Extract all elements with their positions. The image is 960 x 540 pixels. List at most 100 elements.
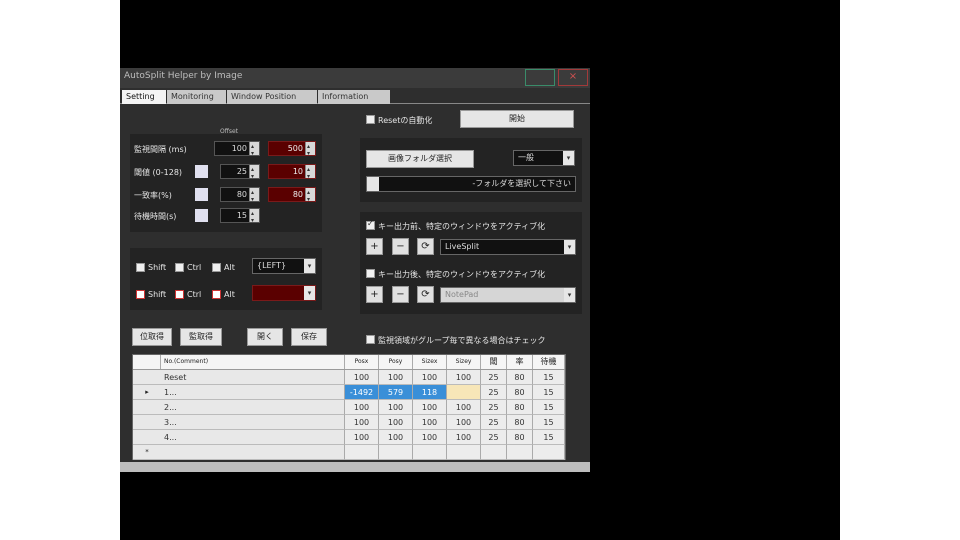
grid-cell-comment[interactable]: 4...: [161, 430, 345, 445]
grid-cell[interactable]: 579: [379, 385, 413, 400]
folder-path-button[interactable]: [367, 177, 379, 191]
grid-cell[interactable]: 25: [481, 385, 507, 400]
reset-auto-checkbox[interactable]: [366, 115, 375, 124]
grid-cell[interactable]: 100: [447, 415, 481, 430]
row-header[interactable]: [133, 415, 161, 430]
match-rate-offset-input[interactable]: 80: [268, 186, 316, 206]
col-header-posy[interactable]: Posy: [379, 355, 413, 369]
grid-cell-comment[interactable]: Reset: [161, 370, 345, 385]
row-header[interactable]: ▸: [133, 385, 161, 400]
threshold-spinner[interactable]: [249, 163, 259, 183]
add-window-after-button[interactable]: +: [366, 286, 383, 303]
threshold-offset-input[interactable]: 10: [268, 163, 316, 183]
alt-checkbox[interactable]: [212, 263, 221, 272]
ctrl-red-checkbox[interactable]: [175, 290, 184, 299]
grid-cell[interactable]: 100: [345, 400, 379, 415]
threshold-offset-spinner[interactable]: [305, 163, 315, 183]
interval-spinner[interactable]: [249, 140, 259, 160]
col-header-posx[interactable]: Posx: [345, 355, 379, 369]
shift-red-checkbox[interactable]: [136, 290, 145, 299]
match-rate-input[interactable]: 80: [220, 186, 260, 206]
refresh-window-after-button[interactable]: ⟳: [417, 286, 434, 303]
tab-window-position[interactable]: Window Position: [227, 90, 317, 104]
folder-mode-select[interactable]: 一般 ▾: [513, 150, 575, 166]
row-header[interactable]: *: [133, 445, 161, 460]
grid-cell-comment[interactable]: 3...: [161, 415, 345, 430]
grid-cell[interactable]: 15: [533, 370, 565, 385]
get-monitor-button[interactable]: 監取得: [180, 328, 222, 346]
grid-cell[interactable]: 100: [345, 415, 379, 430]
threshold-input[interactable]: 25: [220, 163, 260, 183]
wait-time-spinner[interactable]: [249, 207, 259, 227]
shift-checkbox[interactable]: [136, 263, 145, 272]
grid-cell[interactable]: 100: [345, 430, 379, 445]
grid-cell[interactable]: 100: [345, 370, 379, 385]
grid-cell[interactable]: 100: [413, 415, 447, 430]
grid-cell[interactable]: 15: [533, 430, 565, 445]
grid-cell[interactable]: 100: [413, 430, 447, 445]
start-button[interactable]: 開始: [460, 110, 574, 128]
title-bar[interactable]: AutoSplit Helper by Image ×: [120, 68, 590, 88]
threshold-swatch[interactable]: [195, 165, 208, 178]
grid-cell[interactable]: 15: [533, 415, 565, 430]
wait-time-swatch[interactable]: [195, 209, 208, 222]
match-rate-swatch[interactable]: [195, 188, 208, 201]
tab-information[interactable]: Information: [318, 90, 390, 104]
grid-cell[interactable]: 100: [447, 400, 481, 415]
col-header-rate[interactable]: 率: [507, 355, 533, 369]
grid-cell[interactable]: 80: [507, 400, 533, 415]
hotkey2-select[interactable]: ▾: [252, 285, 316, 301]
grid-cell[interactable]: 118: [413, 385, 447, 400]
grid-cell[interactable]: 100: [447, 370, 481, 385]
grid-cell[interactable]: 80: [507, 370, 533, 385]
grid-cell[interactable]: [507, 445, 533, 460]
col-header-sizex[interactable]: Sizex: [413, 355, 447, 369]
folder-select-button[interactable]: 画像フォルダ選択: [366, 150, 474, 168]
grid-cell-comment[interactable]: [161, 445, 345, 460]
refresh-window-button[interactable]: ⟳: [417, 238, 434, 255]
grid-cell-comment[interactable]: 2...: [161, 400, 345, 415]
alt-red-checkbox[interactable]: [212, 290, 221, 299]
get-position-button[interactable]: 位取得: [132, 328, 172, 346]
row-header[interactable]: [133, 430, 161, 445]
close-button[interactable]: ×: [558, 69, 588, 86]
grid-cell[interactable]: 100: [379, 415, 413, 430]
split-grid[interactable]: No.(Comment) Posx Posy Sizex Sizey 閾 率 待…: [132, 354, 566, 460]
match-rate-spinner[interactable]: [249, 186, 259, 206]
grid-cell[interactable]: 25: [481, 415, 507, 430]
col-header-wait[interactable]: 待機: [533, 355, 565, 369]
grid-cell-comment[interactable]: 1...: [161, 385, 345, 400]
remove-window-after-button[interactable]: −: [392, 286, 409, 303]
grid-cell[interactable]: [379, 445, 413, 460]
grid-cell[interactable]: 25: [481, 400, 507, 415]
open-button[interactable]: 開く: [247, 328, 283, 346]
col-header-comment[interactable]: No.(Comment): [161, 355, 345, 369]
grid-cell[interactable]: 100: [413, 400, 447, 415]
grid-cell[interactable]: 100: [379, 430, 413, 445]
grid-cell[interactable]: [533, 445, 565, 460]
grid-cell[interactable]: [447, 385, 481, 400]
grid-cell[interactable]: 25: [481, 370, 507, 385]
grid-cell[interactable]: [481, 445, 507, 460]
col-header-sizey[interactable]: Sizey: [447, 355, 481, 369]
activate-after-checkbox[interactable]: [366, 269, 375, 278]
row-header[interactable]: [133, 400, 161, 415]
match-rate-offset-spinner[interactable]: [305, 186, 315, 206]
grid-cell[interactable]: 15: [533, 400, 565, 415]
tab-monitoring[interactable]: Monitoring: [167, 90, 226, 104]
monitor-group-checkbox[interactable]: [366, 335, 375, 344]
grid-cell[interactable]: [447, 445, 481, 460]
interval-offset-input[interactable]: 500: [268, 140, 316, 160]
grid-cell[interactable]: -1492: [345, 385, 379, 400]
activate-before-checkbox[interactable]: [366, 219, 375, 230]
grid-cell[interactable]: 80: [507, 385, 533, 400]
grid-cell[interactable]: [413, 445, 447, 460]
wait-time-input[interactable]: 15: [220, 207, 260, 227]
window-before-select[interactable]: LiveSplit ▾: [440, 239, 576, 255]
ctrl-checkbox[interactable]: [175, 263, 184, 272]
grid-cell[interactable]: 80: [507, 415, 533, 430]
window-after-select[interactable]: NotePad ▾: [440, 287, 576, 303]
interval-offset-spinner[interactable]: [305, 140, 315, 160]
tab-setting[interactable]: Setting: [122, 90, 166, 104]
grid-cell[interactable]: 100: [447, 430, 481, 445]
